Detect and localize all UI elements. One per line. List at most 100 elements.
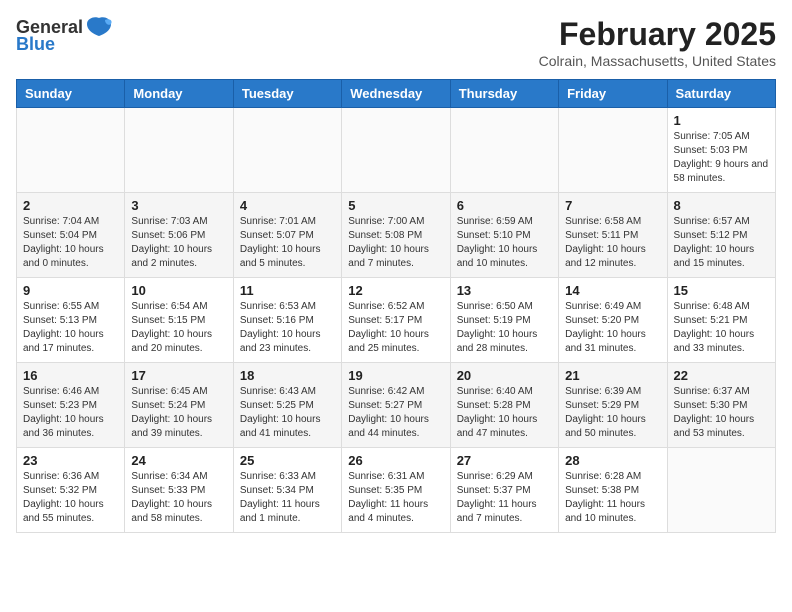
calendar-cell: 13 Sunrise: 6:50 AM Sunset: 5:19 PM Dayli… [450,278,558,363]
day-info: Sunrise: 7:01 AM Sunset: 5:07 PM Dayligh… [240,215,335,271]
day-number: 12 [348,283,443,298]
calendar-week-4: 16 Sunrise: 6:46 AM Sunset: 5:23 PM Dayli… [17,363,776,448]
day-number: 10 [131,283,226,298]
day-number: 6 [457,198,552,213]
day-number: 14 [565,283,660,298]
page-header: General Blue February 2025 Colrain, Mass… [16,16,776,69]
calendar-header-row: SundayMondayTuesdayWednesdayThursdayFrid… [17,80,776,108]
location-subtitle: Colrain, Massachusetts, United States [539,53,776,69]
day-number: 17 [131,368,226,383]
day-info: Sunrise: 6:54 AM Sunset: 5:15 PM Dayligh… [131,300,226,356]
calendar-cell: 14 Sunrise: 6:49 AM Sunset: 5:20 PM Dayli… [559,278,667,363]
calendar-week-1: 1 Sunrise: 7:05 AM Sunset: 5:03 PM Daylig… [17,108,776,193]
day-number: 22 [674,368,769,383]
weekday-header-thursday: Thursday [450,80,558,108]
title-area: February 2025 Colrain, Massachusetts, Un… [539,16,776,69]
day-number: 19 [348,368,443,383]
month-title: February 2025 [539,16,776,53]
calendar-cell: 15 Sunrise: 6:48 AM Sunset: 5:21 PM Dayli… [667,278,775,363]
day-info: Sunrise: 6:59 AM Sunset: 5:10 PM Dayligh… [457,215,552,271]
day-number: 5 [348,198,443,213]
calendar-cell: 2Sunrise: 7:04 AM Sunset: 5:04 PM Daylig… [17,193,125,278]
day-number: 13 [457,283,552,298]
day-info: Sunrise: 6:48 AM Sunset: 5:21 PM Dayligh… [674,300,769,356]
calendar-cell: 8 Sunrise: 6:57 AM Sunset: 5:12 PM Daylig… [667,193,775,278]
weekday-header-tuesday: Tuesday [233,80,341,108]
day-number: 26 [348,453,443,468]
calendar-cell [342,108,450,193]
calendar-week-2: 2Sunrise: 7:04 AM Sunset: 5:04 PM Daylig… [17,193,776,278]
day-info: Sunrise: 6:57 AM Sunset: 5:12 PM Dayligh… [674,215,769,271]
day-info: Sunrise: 6:50 AM Sunset: 5:19 PM Dayligh… [457,300,552,356]
day-info: Sunrise: 6:29 AM Sunset: 5:37 PM Dayligh… [457,470,552,526]
day-info: Sunrise: 6:33 AM Sunset: 5:34 PM Dayligh… [240,470,335,526]
day-info: Sunrise: 6:37 AM Sunset: 5:30 PM Dayligh… [674,385,769,441]
day-info: Sunrise: 6:31 AM Sunset: 5:35 PM Dayligh… [348,470,443,526]
calendar-cell: 26 Sunrise: 6:31 AM Sunset: 5:35 PM Dayli… [342,448,450,533]
calendar-cell [667,448,775,533]
day-number: 24 [131,453,226,468]
day-number: 4 [240,198,335,213]
day-number: 16 [23,368,118,383]
day-number: 21 [565,368,660,383]
day-number: 11 [240,283,335,298]
day-number: 3 [131,198,226,213]
day-info: Sunrise: 7:05 AM Sunset: 5:03 PM Dayligh… [674,130,769,186]
calendar-cell: 27 Sunrise: 6:29 AM Sunset: 5:37 PM Dayli… [450,448,558,533]
calendar-cell: 19 Sunrise: 6:42 AM Sunset: 5:27 PM Dayli… [342,363,450,448]
logo-blue-text: Blue [16,34,55,55]
calendar-cell: 9 Sunrise: 6:55 AM Sunset: 5:13 PM Daylig… [17,278,125,363]
day-number: 25 [240,453,335,468]
calendar-table: SundayMondayTuesdayWednesdayThursdayFrid… [16,79,776,533]
day-info: Sunrise: 6:36 AM Sunset: 5:32 PM Dayligh… [23,470,118,526]
logo-bird-icon [85,16,113,38]
calendar-cell: 23 Sunrise: 6:36 AM Sunset: 5:32 PM Dayli… [17,448,125,533]
calendar-cell [559,108,667,193]
day-number: 9 [23,283,118,298]
day-info: Sunrise: 6:55 AM Sunset: 5:13 PM Dayligh… [23,300,118,356]
day-number: 1 [674,113,769,128]
day-info: Sunrise: 6:34 AM Sunset: 5:33 PM Dayligh… [131,470,226,526]
weekday-header-monday: Monday [125,80,233,108]
calendar-cell [125,108,233,193]
day-number: 7 [565,198,660,213]
calendar-week-3: 9 Sunrise: 6:55 AM Sunset: 5:13 PM Daylig… [17,278,776,363]
calendar-cell: 5Sunrise: 7:00 AM Sunset: 5:08 PM Daylig… [342,193,450,278]
calendar-week-5: 23 Sunrise: 6:36 AM Sunset: 5:32 PM Dayli… [17,448,776,533]
calendar-cell: 10 Sunrise: 6:54 AM Sunset: 5:15 PM Dayli… [125,278,233,363]
logo: General Blue [16,16,113,55]
weekday-header-wednesday: Wednesday [342,80,450,108]
day-info: Sunrise: 7:03 AM Sunset: 5:06 PM Dayligh… [131,215,226,271]
day-number: 15 [674,283,769,298]
day-info: Sunrise: 6:42 AM Sunset: 5:27 PM Dayligh… [348,385,443,441]
day-number: 18 [240,368,335,383]
day-info: Sunrise: 6:58 AM Sunset: 5:11 PM Dayligh… [565,215,660,271]
weekday-header-friday: Friday [559,80,667,108]
calendar-cell: 1 Sunrise: 7:05 AM Sunset: 5:03 PM Daylig… [667,108,775,193]
day-number: 2 [23,198,118,213]
day-number: 23 [23,453,118,468]
calendar-cell: 6 Sunrise: 6:59 AM Sunset: 5:10 PM Daylig… [450,193,558,278]
calendar-cell: 3 Sunrise: 7:03 AM Sunset: 5:06 PM Daylig… [125,193,233,278]
calendar-cell [450,108,558,193]
calendar-cell: 28Sunrise: 6:28 AM Sunset: 5:38 PM Dayli… [559,448,667,533]
calendar-cell: 18 Sunrise: 6:43 AM Sunset: 5:25 PM Dayli… [233,363,341,448]
weekday-header-sunday: Sunday [17,80,125,108]
calendar-cell: 17Sunrise: 6:45 AM Sunset: 5:24 PM Dayli… [125,363,233,448]
day-info: Sunrise: 6:53 AM Sunset: 5:16 PM Dayligh… [240,300,335,356]
day-number: 8 [674,198,769,213]
day-info: Sunrise: 6:43 AM Sunset: 5:25 PM Dayligh… [240,385,335,441]
day-number: 27 [457,453,552,468]
calendar-cell: 12Sunrise: 6:52 AM Sunset: 5:17 PM Dayli… [342,278,450,363]
calendar-cell [17,108,125,193]
calendar-cell: 16 Sunrise: 6:46 AM Sunset: 5:23 PM Dayli… [17,363,125,448]
day-info: Sunrise: 6:28 AM Sunset: 5:38 PM Dayligh… [565,470,660,526]
day-info: Sunrise: 6:40 AM Sunset: 5:28 PM Dayligh… [457,385,552,441]
calendar-cell: 25 Sunrise: 6:33 AM Sunset: 5:34 PM Dayli… [233,448,341,533]
day-info: Sunrise: 6:46 AM Sunset: 5:23 PM Dayligh… [23,385,118,441]
calendar-cell: 20Sunrise: 6:40 AM Sunset: 5:28 PM Dayli… [450,363,558,448]
day-info: Sunrise: 6:49 AM Sunset: 5:20 PM Dayligh… [565,300,660,356]
calendar-cell: 24 Sunrise: 6:34 AM Sunset: 5:33 PM Dayli… [125,448,233,533]
calendar-cell [233,108,341,193]
day-info: Sunrise: 6:39 AM Sunset: 5:29 PM Dayligh… [565,385,660,441]
